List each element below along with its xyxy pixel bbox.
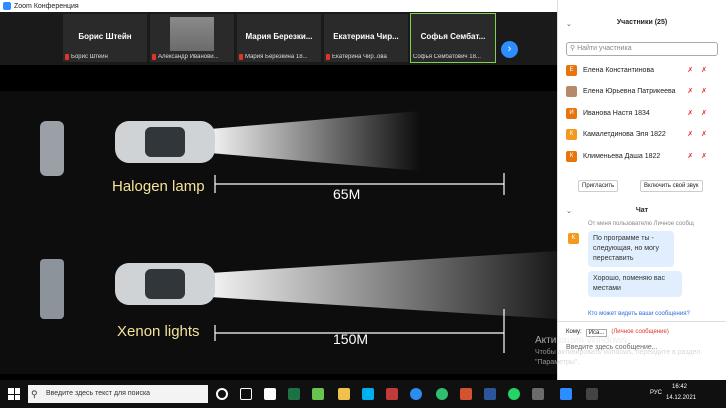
next-page-button[interactable]: › <box>501 41 518 58</box>
invite-button[interactable]: Пригласить <box>578 180 619 192</box>
chat-message: Хорошо, поменяю вас местами <box>588 271 682 297</box>
muted-icons: ✗ ✗ <box>687 153 710 160</box>
avatar <box>566 85 577 97</box>
zoom-icon <box>3 2 11 10</box>
participant-row[interactable]: К Камалетдинова Эля 1822 ✗ ✗ <box>566 126 724 142</box>
edge-icon[interactable] <box>410 388 422 400</box>
task-view-icon[interactable] <box>240 388 252 400</box>
whatsapp-icon[interactable] <box>508 388 520 400</box>
participant-row[interactable]: И Иванова Настя 1834 ✗ ✗ <box>566 105 724 121</box>
participants-header: Участники (25) <box>616 19 668 26</box>
cortana-icon[interactable] <box>216 388 228 400</box>
mic-muted-icon <box>152 54 156 60</box>
chat-from-line: От меня пользователю Личное сообщ <box>588 221 694 227</box>
halogen-beam <box>210 111 420 171</box>
app-icon[interactable] <box>264 388 276 400</box>
word-icon[interactable] <box>484 388 496 400</box>
muted-icons: ✗ ✗ <box>687 67 710 74</box>
video-thumb[interactable]: Екатерина Чир... Екатерина Чир..ова <box>323 13 409 63</box>
xenon-bulb <box>40 259 64 319</box>
app-icon[interactable] <box>586 388 598 400</box>
slide-image: Halogen lamp 65M Xenon lights 150M <box>0 91 557 374</box>
xenon-label: Xenon lights <box>117 323 200 340</box>
taskbar: Введите здесь текст для поиска ⚲ РУС 16:… <box>0 380 726 408</box>
app-icon[interactable] <box>532 388 544 400</box>
zoom-taskbar-icon[interactable] <box>560 388 572 400</box>
video-thumb[interactable]: Александр Иванови... <box>149 13 235 63</box>
video-thumb-active[interactable]: Софья Сембат... Софья Сембатович 18... <box>410 13 496 63</box>
halogen-bulb <box>40 121 64 176</box>
chat-message: По программе ты - следующая, но могу пер… <box>588 231 674 267</box>
muted-icons: ✗ ✗ <box>687 110 710 117</box>
avatar <box>170 17 214 51</box>
xenon-distance: 150M <box>333 331 368 347</box>
who-sees-link[interactable]: Кто может видеть ваши сообщения? <box>588 311 690 317</box>
video-thumb[interactable]: Борис Штейн Борис Штейн <box>62 13 148 63</box>
clock-date[interactable]: 14.12.2021 <box>666 395 696 401</box>
windows-start-icon[interactable] <box>8 388 20 400</box>
shared-screen: Halogen lamp 65M Xenon lights 150M <box>0 65 557 380</box>
video-thumb[interactable]: Мария Березки... Мария Березкина 18... <box>236 13 322 63</box>
title-bar: Zoom Конференция <box>0 0 557 12</box>
muted-icons: ✗ ✗ <box>687 131 710 138</box>
mic-muted-icon <box>239 54 243 60</box>
mic-muted-icon <box>65 54 69 60</box>
explorer-icon[interactable] <box>338 388 350 400</box>
video-strip: Борис Штейн Борис Штейн Александр Иванов… <box>0 12 557 65</box>
clock-time[interactable]: 16:42 <box>672 384 687 390</box>
powerpoint-icon[interactable] <box>460 388 472 400</box>
search-icon: ⚲ <box>31 389 38 399</box>
side-panel: ⌄ Участники (25) ⚲ Найти участника Е Елен… <box>557 0 726 380</box>
language-indicator[interactable]: РУС <box>650 390 662 396</box>
participant-row[interactable]: Елена Юрьевна Патрикеева ✗ ✗ <box>566 83 724 99</box>
skype-icon[interactable] <box>362 388 374 400</box>
unmute-button[interactable]: Включить свой звук <box>640 180 703 192</box>
halogen-distance: 65M <box>333 186 360 202</box>
participant-row[interactable]: К Клименьева Даша 1822 ✗ ✗ <box>566 148 724 164</box>
chat-header: Чат <box>635 207 649 214</box>
muted-icons: ✗ ✗ <box>687 88 710 95</box>
xenon-beam <box>210 251 557 319</box>
chrome-icon[interactable] <box>436 388 448 400</box>
chat-avatar: К <box>568 233 579 244</box>
participant-search-input[interactable]: ⚲ Найти участника <box>566 42 718 56</box>
taskbar-search-input[interactable]: Введите здесь текст для поиска <box>28 385 208 403</box>
activation-title: Активация Windows <box>535 335 628 346</box>
participant-row[interactable]: Е Елена Константинова ✗ ✗ <box>566 62 724 78</box>
app-icon[interactable] <box>386 388 398 400</box>
excel-icon[interactable] <box>288 388 300 400</box>
halogen-label: Halogen lamp <box>112 178 205 195</box>
window-title: Zoom Конференция <box>14 2 79 10</box>
mic-muted-icon <box>326 54 330 60</box>
activation-text: Чтобы активировать Windows, перейдите в … <box>535 349 701 366</box>
app-icon[interactable] <box>312 388 324 400</box>
